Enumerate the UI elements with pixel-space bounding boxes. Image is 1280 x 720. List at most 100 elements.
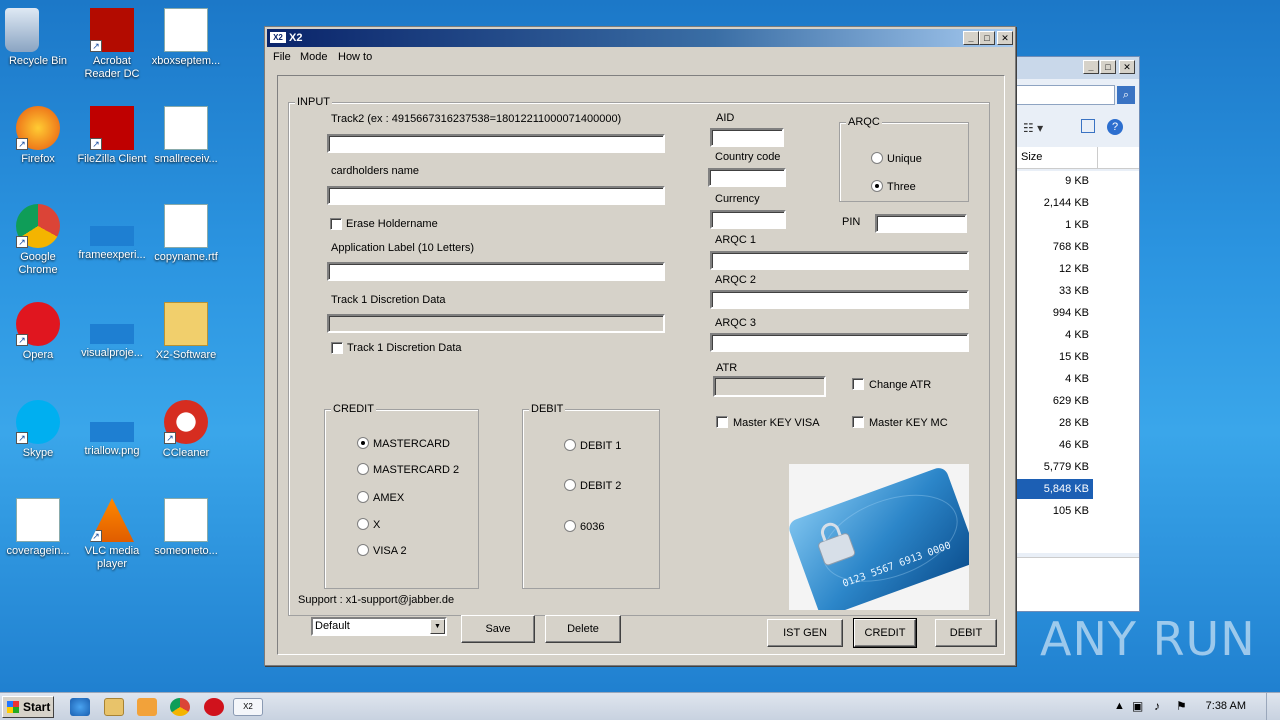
file-size-row[interactable]: 2,144 KB: [1017, 193, 1093, 213]
size-column-header[interactable]: Size: [1017, 147, 1139, 169]
search-icon[interactable]: ⌕: [1117, 86, 1135, 104]
file-size-row[interactable]: 46 KB: [1017, 435, 1093, 455]
debit-option-radio[interactable]: [564, 520, 576, 532]
maximize-icon[interactable]: □: [979, 31, 995, 45]
file-size-row[interactable]: 4 KB: [1017, 325, 1093, 345]
explorer-icon[interactable]: [104, 698, 124, 716]
arqc3-input[interactable]: [710, 333, 969, 352]
close-icon[interactable]: ✕: [1119, 60, 1135, 74]
arqc2-input[interactable]: [710, 290, 969, 309]
menu-how-to[interactable]: How to: [338, 51, 372, 63]
change-atr-checkbox[interactable]: [852, 378, 864, 390]
help-icon[interactable]: ?: [1107, 119, 1123, 135]
delete-button[interactable]: Delete: [545, 615, 621, 643]
aid-input[interactable]: [710, 128, 784, 147]
profile-select[interactable]: Default ▼: [311, 617, 447, 636]
desktop-icon-coveragein[interactable]: coveragein...: [0, 498, 76, 558]
file-size-row[interactable]: 9 KB: [1017, 171, 1093, 191]
file-size-row[interactable]: 105 KB: [1017, 501, 1093, 521]
file-size-row[interactable]: 4 KB: [1017, 369, 1093, 389]
save-button[interactable]: Save: [461, 615, 535, 643]
file-size-row[interactable]: 12 KB: [1017, 259, 1093, 279]
desktop-icon-triallow-png[interactable]: triallow.png: [74, 400, 150, 458]
desktop-icon-recycle-bin[interactable]: Recycle Bin: [0, 8, 76, 68]
file-size-row[interactable]: 33 KB: [1017, 281, 1093, 301]
volume-icon[interactable]: ♪: [1154, 699, 1160, 713]
menu-file[interactable]: File: [273, 51, 291, 63]
view-options-icon[interactable]: ☷ ▾: [1023, 121, 1043, 135]
show-desktop-button[interactable]: [1266, 693, 1280, 720]
network-icon[interactable]: ▣: [1132, 699, 1143, 713]
desktop-icon-skype[interactable]: ↗ Skype: [0, 400, 76, 460]
credit-option-radio[interactable]: [357, 491, 369, 503]
erase-holdername-checkbox[interactable]: [330, 218, 342, 230]
desktop-icon-google-chrome[interactable]: ↗ Google Chrome: [0, 204, 76, 277]
close-icon[interactable]: ✕: [997, 31, 1013, 45]
file-size-row[interactable]: 28 KB: [1017, 413, 1093, 433]
desktop-icon-someoneto[interactable]: someoneto...: [148, 498, 224, 558]
track1-input[interactable]: [327, 314, 665, 333]
media-player-icon[interactable]: [137, 698, 157, 716]
maximize-icon[interactable]: □: [1100, 60, 1116, 74]
arqc1-input[interactable]: [710, 251, 969, 270]
file-size-row[interactable]: 768 KB: [1017, 237, 1093, 257]
track1-checkbox[interactable]: [331, 342, 343, 354]
menu-mode[interactable]: Mode: [300, 51, 328, 63]
x2-window[interactable]: X2 X2 _ □ ✕ File Mode How to INPUT Track…: [264, 26, 1016, 666]
minimize-icon[interactable]: _: [1083, 60, 1099, 74]
country-code-input[interactable]: [708, 168, 786, 187]
preview-pane-icon[interactable]: [1081, 119, 1095, 133]
action-center-flag-icon[interactable]: ⚑: [1176, 699, 1187, 713]
x2-titlebar[interactable]: X2 X2 _ □ ✕: [267, 29, 1013, 47]
master-key-mc-checkbox[interactable]: [852, 416, 864, 428]
debit-button[interactable]: DEBIT: [935, 619, 997, 647]
clock[interactable]: 7:38 AM: [1206, 700, 1246, 712]
desktop-icon-x2-software[interactable]: X2-Software: [148, 302, 224, 362]
tray-expand-icon[interactable]: ▲: [1114, 700, 1125, 712]
desktop-icon-ccleaner[interactable]: ↗ CCleaner: [148, 400, 224, 460]
file-size-row[interactable]: 5,779 KB: [1017, 457, 1093, 477]
master-key-visa-checkbox[interactable]: [716, 416, 728, 428]
file-size-row[interactable]: 1 KB: [1017, 215, 1093, 235]
credit-option-radio[interactable]: [357, 518, 369, 530]
explorer-search-input[interactable]: [1015, 85, 1115, 105]
ist-gen-button[interactable]: IST GEN: [767, 619, 843, 647]
credit-option-radio[interactable]: [357, 463, 369, 475]
desktop-icon-visualproje[interactable]: visualproje...: [74, 302, 150, 360]
cardholder-input[interactable]: [327, 186, 665, 205]
x2-app-icon[interactable]: X2: [233, 698, 263, 716]
ie-icon[interactable]: [70, 698, 90, 716]
desktop-icon-firefox[interactable]: ↗ Firefox: [0, 106, 76, 166]
desktop-icon-frameexperi[interactable]: frameexperi...: [74, 204, 150, 262]
desktop-icon-xboxseptem[interactable]: xboxseptem...: [148, 8, 224, 68]
credit-option-radio[interactable]: [357, 437, 369, 449]
file-size-row[interactable]: 15 KB: [1017, 347, 1093, 367]
currency-input[interactable]: [710, 210, 786, 229]
credit-option-radio[interactable]: [357, 544, 369, 556]
minimize-icon[interactable]: _: [963, 31, 979, 45]
app-label-input[interactable]: [327, 262, 665, 281]
desktop-icon-opera[interactable]: ↗ Opera: [0, 302, 76, 362]
chevron-down-icon[interactable]: ▼: [430, 619, 445, 634]
file-size-row[interactable]: 629 KB: [1017, 391, 1093, 411]
desktop-icon-vlc-media-player[interactable]: ↗ VLC media player: [74, 498, 150, 571]
file-size-row[interactable]: 5,848 KB: [1017, 479, 1093, 499]
atr-input[interactable]: [713, 376, 826, 397]
debit-option-radio[interactable]: [564, 439, 576, 451]
credit-button[interactable]: CREDIT: [853, 618, 917, 648]
desktop-icon-filezilla-client[interactable]: ↗ FileZilla Client: [74, 106, 150, 166]
pin-input[interactable]: [875, 214, 967, 233]
debit-option-radio[interactable]: [564, 479, 576, 491]
desktop-icon-smallreceiv[interactable]: smallreceiv...: [148, 106, 224, 166]
arqc-unique-radio[interactable]: [871, 152, 883, 164]
desktop-icon-acrobat-reader-dc[interactable]: ↗ Acrobat Reader DC: [74, 8, 150, 81]
arqc-three-radio[interactable]: [871, 180, 883, 192]
start-button[interactable]: Start: [2, 696, 54, 718]
file-size-row[interactable]: 994 KB: [1017, 303, 1093, 323]
chrome-icon[interactable]: [170, 698, 190, 716]
explorer-window[interactable]: _ □ ✕ ⌕ ☷ ▾ ? Size 9 KB 2,144 KB 1 KB 768 K…: [1010, 56, 1140, 612]
opera-icon[interactable]: [204, 698, 224, 716]
track2-input[interactable]: [327, 134, 665, 153]
explorer-titlebar[interactable]: _ □ ✕: [1011, 57, 1139, 79]
desktop-icon-copyname-rtf[interactable]: copyname.rtf: [148, 204, 224, 264]
